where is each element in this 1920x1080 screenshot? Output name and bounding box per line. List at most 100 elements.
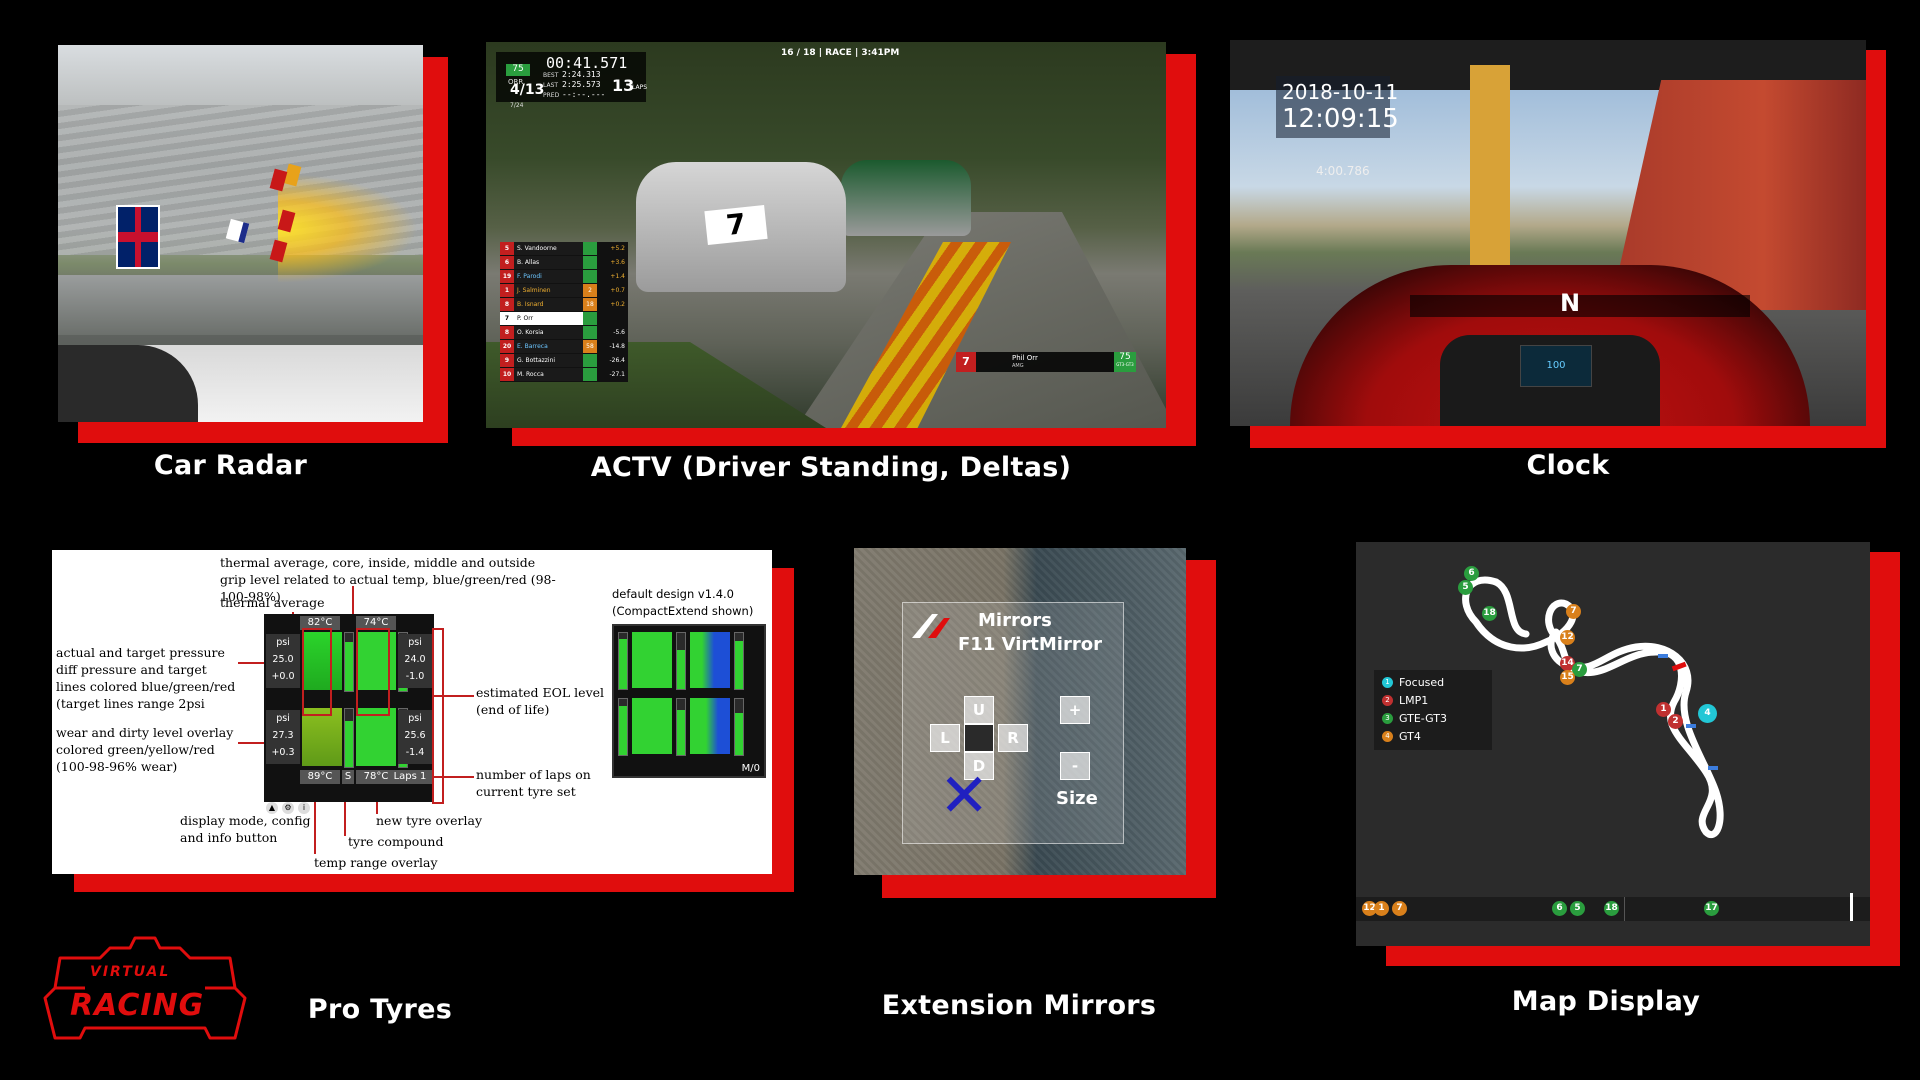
driver-class: GT3-GT3 — [1116, 362, 1134, 367]
tyre-rear-right — [356, 708, 396, 766]
standings-row: 7 P. Orr — [500, 312, 628, 326]
mirrors-title: Mirrors — [978, 610, 1052, 631]
extension-mirrors-screenshot: Mirrors F11 VirtMirror U L R D + - ✕ Siz… — [854, 548, 1186, 875]
widget-buttons: ▲ ⚙ i — [266, 802, 310, 816]
standing-gap — [583, 242, 597, 255]
pressure-front-left: psi 25.0 +0.0 — [266, 634, 300, 688]
standing-gap — [583, 270, 597, 283]
race-progress-strip: 12 1 7 6 5 18 17 — [1356, 893, 1870, 921]
mirror-left-button[interactable]: L — [930, 724, 960, 752]
telemetry-bar: N — [1410, 289, 1750, 317]
legend-label: GTE-GT3 — [1399, 712, 1448, 725]
caption-pro-tyres: Pro Tyres — [307, 994, 453, 1025]
psi-value: 25.0 — [272, 654, 294, 665]
annotation-display-mode: display mode, config and info button — [180, 813, 311, 845]
pressure-rear-left: psi 27.3 +0.3 — [266, 710, 300, 764]
progress-divider — [1624, 897, 1625, 921]
fence — [58, 275, 423, 335]
pointer-line — [376, 802, 378, 814]
gear-indicator: N — [1560, 289, 1581, 317]
car-marker: 4 — [1698, 704, 1717, 723]
caption-map-display: Map Display — [1511, 986, 1701, 1017]
standing-name: B. Isnard — [514, 298, 583, 311]
car-marker: 1 — [1656, 702, 1671, 717]
map-display-card: 6 5 18 7 12 1 4 7 15 1 2 4 1 Focused 2 LMP1… — [1356, 542, 1900, 966]
amg-car — [841, 160, 971, 236]
eol-bar — [618, 632, 628, 690]
mirror-right-button[interactable]: R — [998, 724, 1028, 752]
standing-gap — [583, 312, 597, 325]
porsche-car: 7 — [636, 162, 846, 292]
standing-delta: +3.6 — [597, 256, 628, 269]
union-jack-flag — [116, 205, 160, 269]
progress-marker: 17 — [1704, 901, 1719, 916]
mirror-up-button[interactable]: U — [964, 696, 994, 724]
close-icon[interactable]: ✕ — [939, 766, 989, 826]
standings-row: 10 M. Rocca -27.1 — [500, 368, 628, 382]
driver-tag: 7 Phil Orr AMG 75 GT3-GT3 — [956, 352, 1136, 372]
standing-delta: -26.4 — [597, 354, 628, 367]
pred-value: --:--.--- — [562, 90, 606, 99]
tyre-rear-left — [302, 708, 342, 766]
clock-card: 100 N 2018-10-11 12:09:15 4:00.786 — [1230, 40, 1886, 448]
annotation-wear: wear and dirty level overlay colored gre… — [56, 725, 234, 774]
laps-label: LAPS — [632, 84, 648, 91]
clock-screenshot: 100 N 2018-10-11 12:09:15 4:00.786 — [1230, 40, 1866, 426]
standing-delta: -5.6 — [597, 326, 628, 339]
eol-bar — [676, 632, 686, 690]
psi-label: psi — [408, 637, 422, 648]
standing-delta: -14.8 — [597, 340, 628, 353]
psi-diff: -1.4 — [405, 747, 425, 758]
car-radar-card — [58, 45, 448, 443]
standing-name: S. Vandoorne — [514, 242, 583, 255]
eol-bar — [734, 698, 744, 756]
standing-name: B. Allas — [514, 256, 583, 269]
standing-position: 1 — [500, 284, 514, 297]
standing-position: 10 — [500, 368, 514, 381]
caption-actv: ACTV (Driver Standing, Deltas) — [590, 452, 1072, 483]
size-decrease-button[interactable]: - — [1060, 752, 1090, 780]
pressure-rear-right: psi 25.6 -1.4 — [398, 710, 432, 764]
psi-label: psi — [408, 713, 422, 724]
config-icon[interactable]: ⚙ — [282, 802, 294, 814]
legend-label: LMP1 — [1399, 694, 1429, 707]
psi-diff: +0.0 — [271, 671, 295, 682]
standing-position: 9 — [500, 354, 514, 367]
pressure-front-right: psi 24.0 -1.0 — [398, 634, 432, 688]
preview-tyre-rl — [632, 698, 672, 754]
standing-delta: +5.2 — [597, 242, 628, 255]
psi-value: 27.3 — [272, 730, 294, 741]
class-badge: 75 — [506, 64, 530, 76]
actv-screenshot: 7 16 / 18 | RACE | 3:41PM 75 ORR 00:41.5… — [486, 42, 1166, 428]
caption-car-radar: Car Radar — [153, 450, 308, 481]
size-increase-button[interactable]: + — [1060, 696, 1090, 724]
caption-clock: Clock — [1526, 450, 1610, 481]
standing-name: E. Barreca — [514, 340, 583, 353]
lap-info: 16 / 18 | RACE | 3:41PM — [781, 48, 900, 58]
progress-marker: 7 — [1392, 901, 1407, 916]
caption-extension-mirrors: Extension Mirrors — [881, 990, 1157, 1021]
standing-gap — [583, 256, 597, 269]
preview-tyre-fl — [632, 632, 672, 688]
progress-marker: 5 — [1570, 901, 1585, 916]
standing-delta: +0.7 — [597, 284, 628, 297]
legend-item: 4 GT4 — [1382, 730, 1421, 743]
standing-name: M. Rocca — [514, 368, 583, 381]
standing-position: 5 — [500, 242, 514, 255]
default-tag: M/0 — [741, 763, 760, 774]
preview-tyre-fr — [690, 632, 730, 688]
eol-bar — [734, 632, 744, 690]
actv-card: 7 16 / 18 | RACE | 3:41PM 75 ORR 00:41.5… — [486, 42, 1196, 446]
standing-name: J. Salminen — [514, 284, 583, 297]
laps-counter: Laps 1 — [388, 770, 432, 784]
temp-rear-left: 89°C — [300, 770, 340, 784]
last-label: LAST — [543, 82, 559, 89]
pointer-line — [314, 802, 316, 854]
annotation-thermal-average: thermal average — [220, 595, 325, 610]
display-mode-icon[interactable]: ▲ — [266, 802, 278, 814]
standing-position: 7 — [500, 312, 514, 325]
driver-number: 75 GT3-GT3 — [1114, 352, 1136, 372]
standing-position: 20 — [500, 340, 514, 353]
annotation-pressure: actual and target pressure diff pressure… — [56, 645, 236, 711]
info-icon[interactable]: i — [298, 802, 310, 814]
